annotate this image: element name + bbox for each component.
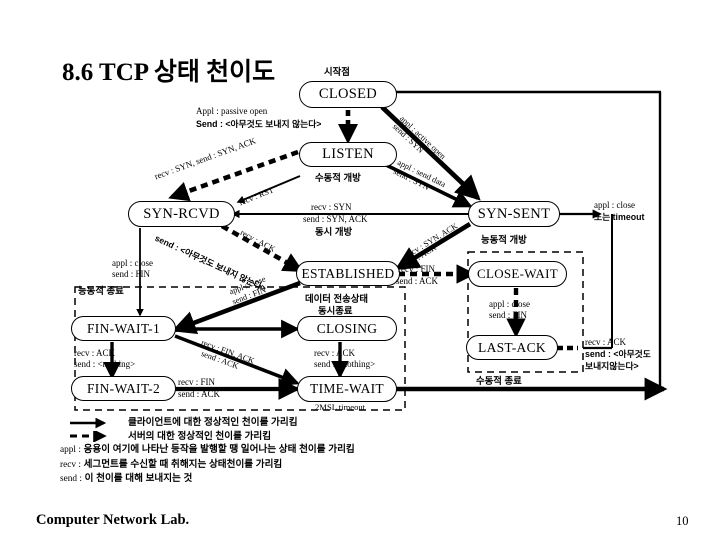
- state-fin-wait-2[interactable]: FIN-WAIT-2: [71, 376, 176, 401]
- legend-recv-row: recv : 세그먼트를 수신할 때 취해지는 상태천이를 가리킴: [60, 458, 355, 473]
- label-fw1-fw2-recv: recv : ACK: [74, 348, 115, 358]
- footer-lab-name: Computer Network Lab.: [36, 512, 190, 528]
- legend-solid-text: 클라이언트에 대한 정상적인 천이를 가리킴: [128, 417, 298, 428]
- label-active-close-ko: 능동적 종료: [78, 285, 124, 296]
- label-simul-open-send: send : SYN, ACK: [303, 214, 368, 224]
- page-title: 8.6 TCP 상태 천이도: [62, 59, 276, 86]
- label-fw1-fw2-send: send : <nothing>: [74, 359, 136, 369]
- label-passive-open-appl: Appl : passive open: [196, 106, 268, 116]
- label-start-point: 시작점: [324, 66, 350, 77]
- state-label: LAST-ACK: [478, 339, 546, 355]
- label-active-open-ko: 능동적 개방: [481, 234, 527, 245]
- label-send-fin-left: send : FIN: [112, 269, 150, 279]
- state-closing[interactable]: CLOSING: [297, 316, 397, 341]
- state-label: CLOSE-WAIT: [477, 266, 558, 281]
- legend-appl-tag: appl :: [60, 445, 81, 455]
- legend-solid-arrow-icon: [70, 418, 107, 429]
- legend-recv-tag: recv :: [60, 459, 81, 470]
- state-syn-sent[interactable]: SYN-SENT: [468, 201, 560, 227]
- label-cw-lastack-appl: appl : close: [489, 299, 530, 309]
- label-passive-open-send: Send : <아무것도 보내지 않는다>: [196, 119, 322, 129]
- state-label: FIN-WAIT-2: [87, 380, 160, 396]
- legend: 클라이언트에 대한 정상적인 천이를 가리킴 서버의 대한 정상적인 천이를 가…: [60, 416, 355, 487]
- state-established[interactable]: ESTABLISHED: [296, 261, 400, 286]
- label-est-cw-recv: recv : FIN: [398, 264, 435, 274]
- label-syn-sent-timeout: 또는 timeout: [594, 212, 645, 222]
- legend-dashed-text: 서버의 대한 정상적인 천이를 가리킴: [128, 430, 272, 442]
- state-fin-wait-1[interactable]: FIN-WAIT-1: [71, 316, 176, 341]
- label-synrcvd-est-recv: recv : ACK: [238, 228, 277, 254]
- legend-send-row: send : 이 천이를 대해 보내지는 것: [60, 472, 355, 487]
- state-label: CLOSED: [318, 86, 378, 102]
- state-label: LISTEN: [322, 146, 374, 162]
- state-label: SYN-RCVD: [143, 205, 220, 222]
- label-passive-open-ko: 수동적 개방: [315, 172, 361, 183]
- legend-send-tag: send :: [60, 474, 82, 484]
- legend-send-text: 이 천이를 대해 보내지는 것: [84, 473, 193, 484]
- label-lastack-send-2: 보내지않는다>: [585, 361, 639, 371]
- state-label: ESTABLISHED: [301, 265, 395, 281]
- footer-page-number: 10: [676, 514, 689, 528]
- state-listen[interactable]: LISTEN: [299, 142, 397, 167]
- slide-canvas: 8.6 TCP 상태 천이도 CLOSED LISTEN SYN-RCVD SY…: [0, 0, 720, 540]
- state-syn-rcvd[interactable]: SYN-RCVD: [128, 201, 235, 227]
- legend-appl-row: appl : 응용이 여기에 나타난 등작을 발행할 땡 일어나는 상태 천이를…: [60, 443, 355, 458]
- label-closing-tw-recv: recv : ACK: [314, 348, 355, 358]
- label-simul-open-recv: recv : SYN: [311, 202, 352, 212]
- label-closing-tw-send: send : <nothing>: [314, 359, 376, 369]
- state-closed[interactable]: CLOSED: [299, 81, 397, 108]
- state-label: CLOSING: [316, 320, 378, 336]
- label-syn-sent-close: appl : close: [594, 200, 635, 210]
- label-simul-close-ko: 동시종료: [318, 305, 353, 316]
- label-established-data-ko: 데이터 전송상태: [305, 293, 368, 304]
- state-time-wait[interactable]: TIME-WAIT: [297, 376, 397, 402]
- legend-dashed-arrow-icon: [70, 431, 107, 442]
- label-recv-syn-send-synack: recv : SYN, send : SYN, ACK: [153, 135, 257, 182]
- legend-appl-text: 응용이 여기에 나타난 등작을 발행할 땡 일어나는 상태 천이를 가리킴: [83, 444, 355, 455]
- label-cw-lastack-send: send : FIN: [489, 310, 527, 320]
- label-appl-close-left: appl : close: [112, 258, 153, 268]
- label-est-cw-send: send : ACK: [396, 276, 439, 286]
- label-lastack-recv: recv : ACK: [585, 337, 626, 347]
- legend-recv-text: 세그먼트를 수신할 때 취해지는 상태천이를 가리킴: [83, 458, 283, 470]
- state-label: FIN-WAIT-1: [87, 320, 160, 336]
- label-fw2-tw-recv: recv : FIN: [178, 377, 215, 387]
- state-label: TIME-WAIT: [310, 381, 384, 396]
- label-passive-close-ko: 수동적 종료: [476, 375, 522, 386]
- label-simul-open-ko: 동시 개방: [315, 226, 353, 237]
- state-label: SYN-SENT: [477, 205, 551, 222]
- label-time-wait-note: 2MSL timeout: [315, 402, 366, 412]
- state-close-wait[interactable]: CLOSE-WAIT: [468, 261, 567, 287]
- label-fw2-tw-send: send : ACK: [178, 389, 221, 399]
- state-last-ack[interactable]: LAST-ACK: [466, 335, 558, 360]
- label-lastack-send-1: send : <아무것도: [585, 349, 651, 359]
- label-recv-rst: recv : RST: [238, 185, 276, 208]
